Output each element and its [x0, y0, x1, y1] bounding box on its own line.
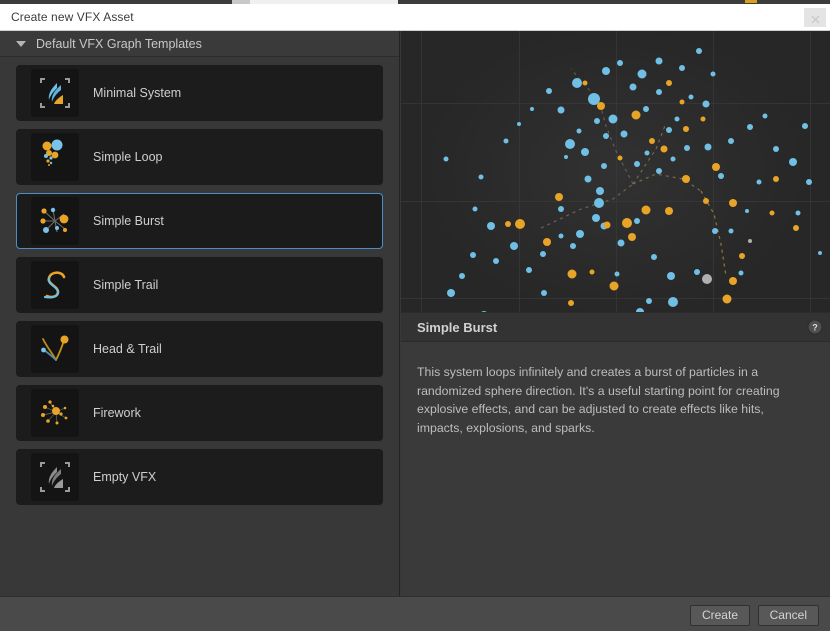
template-list: Minimal System	[0, 57, 399, 505]
details-description: This system loops infinitely and creates…	[417, 363, 802, 437]
chevron-down-icon[interactable]	[16, 41, 26, 47]
particle-loop-icon	[31, 133, 79, 181]
particle-burst-icon	[31, 197, 79, 245]
template-item-simple-loop[interactable]: Simple Loop	[16, 129, 383, 185]
template-item-label: Empty VFX	[93, 470, 156, 484]
template-item-label: Firework	[93, 406, 141, 420]
template-item-head-and-trail[interactable]: Head & Trail	[16, 321, 383, 377]
background-tab-c	[745, 0, 757, 3]
vfx-flame-icon	[31, 69, 79, 117]
dialog-body: Default VFX Graph Templates Minimal Syst…	[0, 31, 830, 596]
template-list-panel: Default VFX Graph Templates Minimal Syst…	[0, 31, 400, 596]
create-vfx-asset-dialog: Create new VFX Asset Default VFX Graph T…	[0, 0, 830, 631]
close-icon	[810, 14, 821, 25]
svg-text:?: ?	[812, 323, 818, 333]
dialog-footer: Create Cancel	[0, 596, 830, 631]
template-item-firework[interactable]: Firework	[16, 385, 383, 441]
template-item-simple-burst[interactable]: Simple Burst	[16, 193, 383, 249]
close-button[interactable]	[804, 8, 826, 27]
template-item-label: Simple Burst	[93, 214, 164, 228]
particle-head-trail-icon	[31, 325, 79, 373]
details-body: This system loops infinitely and creates…	[401, 342, 830, 596]
particle-trail-icon	[31, 261, 79, 309]
vfx-empty-icon	[31, 453, 79, 501]
template-item-label: Simple Loop	[93, 150, 163, 164]
dialog-titlebar: Create new VFX Asset	[0, 4, 830, 31]
preview-particle-field	[401, 31, 830, 312]
help-circle-icon[interactable]: ?	[807, 319, 823, 335]
details-panel: Simple Burst ? This system loops infinit…	[401, 31, 830, 596]
template-preview[interactable]	[401, 31, 830, 312]
details-title: Simple Burst	[417, 320, 497, 335]
create-button[interactable]: Create	[690, 605, 750, 626]
template-item-empty-vfx[interactable]: Empty VFX	[16, 449, 383, 505]
details-header: Simple Burst ?	[401, 312, 830, 342]
template-group-label: Default VFX Graph Templates	[36, 37, 202, 51]
template-item-simple-trail[interactable]: Simple Trail	[16, 257, 383, 313]
template-group-header[interactable]: Default VFX Graph Templates	[0, 31, 399, 57]
template-item-label: Minimal System	[93, 86, 181, 100]
dialog-title: Create new VFX Asset	[11, 10, 134, 24]
template-item-label: Head & Trail	[93, 342, 162, 356]
particle-firework-icon	[31, 389, 79, 437]
template-item-label: Simple Trail	[93, 278, 158, 292]
template-item-minimal-system[interactable]: Minimal System	[16, 65, 383, 121]
cancel-button[interactable]: Cancel	[758, 605, 819, 626]
